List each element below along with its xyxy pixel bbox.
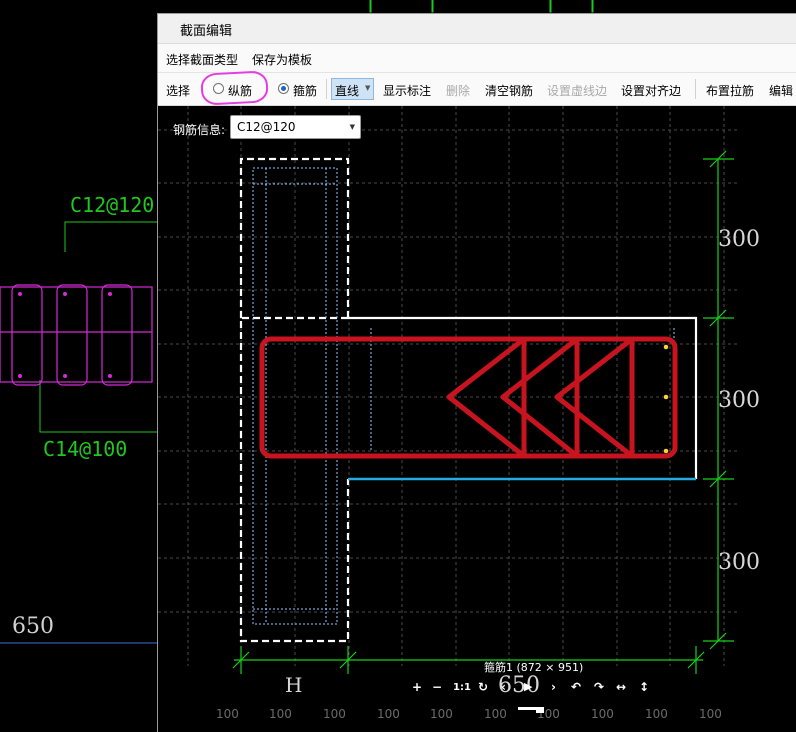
rebar-info-label: 钢筋信息: <box>173 123 226 137</box>
dialog-title: 截面编辑 <box>180 24 233 39</box>
stirrup-label[interactable]: 箍筋 <box>293 82 317 99</box>
bg-bottom-label: C14@100 <box>43 437 127 461</box>
bg-top-label: C12@120 <box>70 193 154 217</box>
toolbar-separator <box>695 79 696 99</box>
canvas-grid <box>158 106 738 666</box>
set-align-edge-button[interactable]: 设置对齐边 <box>621 82 681 99</box>
grid-label: 100 <box>216 707 239 721</box>
delete-button[interactable]: 删除 <box>446 82 470 99</box>
set-virtual-edge-button[interactable]: 设置虚线边 <box>547 82 607 99</box>
prev-icon[interactable]: ‹ <box>501 680 506 694</box>
menu-save-as-template[interactable]: 保存为模板 <box>252 51 312 68</box>
select-label[interactable]: 选择 <box>166 82 190 99</box>
dim-right-2: 300 <box>718 388 760 413</box>
grid-label: 100 <box>645 707 668 721</box>
menu-bar: 选择截面类型 保存为模板 <box>158 44 796 73</box>
rebar-info-select[interactable]: C12@120 ▼ <box>230 115 361 139</box>
stirrup-shape[interactable] <box>259 336 678 459</box>
clear-rebar-button[interactable]: 清空钢筋 <box>485 82 533 99</box>
zoom-in-icon[interactable]: + <box>412 680 422 694</box>
status-text: 箍筋1 (872 × 951) <box>484 661 584 674</box>
grid-label: 100 <box>430 707 453 721</box>
dim-right-3: 300 <box>718 550 760 575</box>
column-inner-lines <box>252 167 675 625</box>
bottom-dimension-lines <box>232 646 705 674</box>
h-label: H <box>285 673 302 697</box>
grid-label: 100 <box>591 707 614 721</box>
grid-label: 100 <box>269 707 292 721</box>
place-tie-button[interactable]: 布置拉筋 <box>706 82 754 99</box>
bg-dim-label: 650 <box>12 614 54 639</box>
grid-label: 100 <box>699 707 722 721</box>
edit-button[interactable]: 编辑 <box>769 82 793 99</box>
rebar-points[interactable] <box>663 344 669 454</box>
section-edit-dialog: 截面编辑 选择截面类型 保存为模板 选择 纵筋 箍筋 直线 ▼ 显示标注 删除 … <box>157 13 796 732</box>
line-mode-dropdown[interactable]: 直线 ▼ <box>331 78 374 100</box>
highlight-ring-annotation <box>200 70 269 106</box>
grid-label: 100 <box>323 707 346 721</box>
stirrup-radio[interactable] <box>278 83 289 94</box>
play-icon[interactable]: ▶ <box>524 680 532 693</box>
grid-label: 100 <box>377 707 400 721</box>
fit-height-icon[interactable]: ↕ <box>639 680 649 694</box>
zoom-out-icon[interactable]: − <box>432 680 442 694</box>
chevron-down-icon: ▼ <box>365 84 371 92</box>
refresh-icon[interactable]: ↻ <box>478 680 488 694</box>
menu-select-section-type[interactable]: 选择截面类型 <box>166 51 238 68</box>
line-mode-label: 直线 <box>335 84 360 98</box>
next-icon[interactable]: › <box>551 680 556 694</box>
grid-label: 100 <box>484 707 507 721</box>
show-labels-button[interactable]: 显示标注 <box>383 82 431 99</box>
fit-width-icon[interactable]: ↔ <box>616 680 626 694</box>
dim-right-1: 300 <box>718 227 760 252</box>
one-to-one-button[interactable]: 1:1 <box>453 682 471 693</box>
dialog-titlebar[interactable]: 截面编辑 <box>158 14 796 44</box>
rebar-info-value: C12@120 <box>237 120 296 134</box>
chevron-down-icon: ▼ <box>349 123 355 131</box>
scrollbar-indicator-tail <box>536 710 544 713</box>
grid-labels: 100 100 100 100 100 100 100 100 100 100 <box>216 707 722 721</box>
section-canvas[interactable]: 300 300 300 H 650 100 100 100 100 100 10… <box>158 106 796 732</box>
redo-icon[interactable]: ↷ <box>594 680 604 694</box>
toolbar-separator <box>326 79 327 99</box>
undo-icon[interactable]: ↶ <box>571 680 581 694</box>
